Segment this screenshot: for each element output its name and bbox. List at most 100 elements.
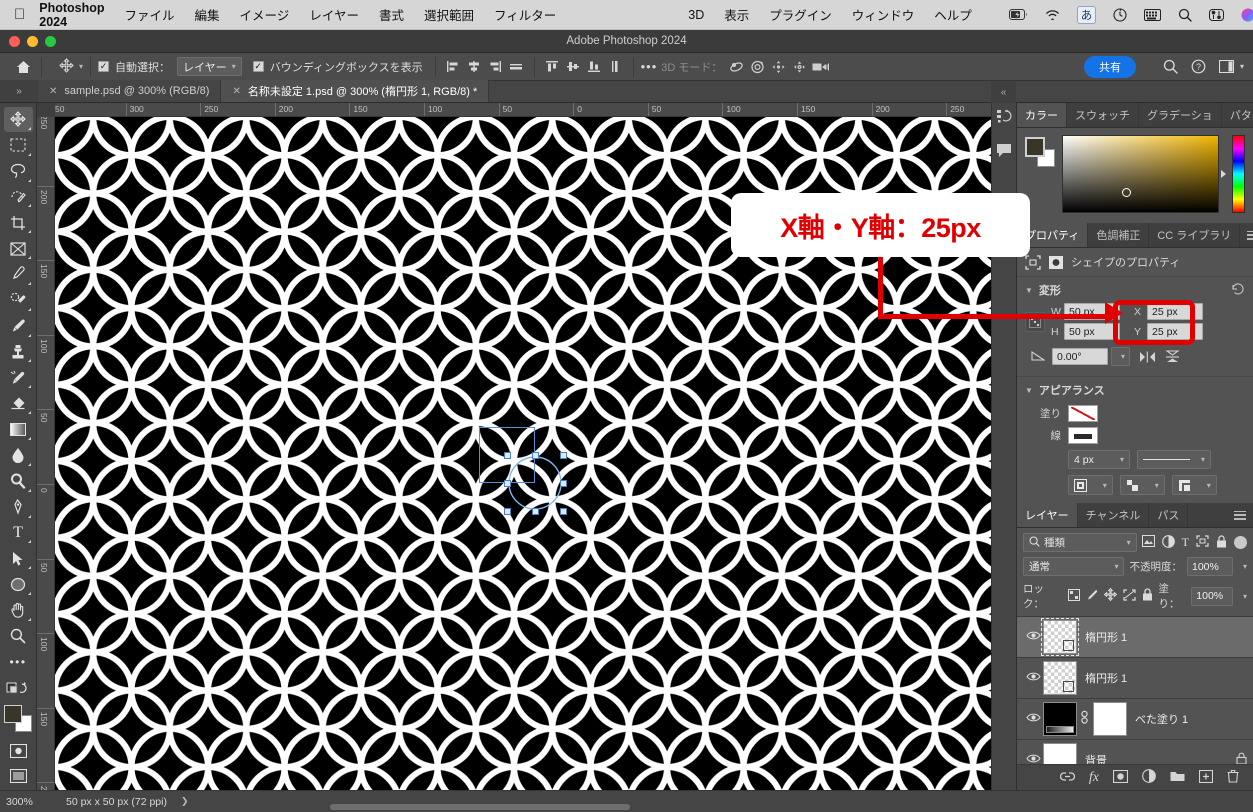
menu-layer[interactable]: レイヤー xyxy=(309,5,359,24)
history-brush-tool[interactable] xyxy=(4,365,33,390)
layer-name[interactable]: べた塗り 1 xyxy=(1135,711,1188,727)
foreground-color-swatch[interactable] xyxy=(1025,137,1045,157)
stroke-swatch[interactable] xyxy=(1068,427,1098,444)
blend-mode-dropdown[interactable]: 通常 ▾ xyxy=(1023,557,1125,576)
color-panel-swatches[interactable] xyxy=(1025,137,1057,167)
pan-3d-icon[interactable] xyxy=(768,57,789,77)
menu-3d[interactable]: 3D xyxy=(688,8,704,22)
fill-input[interactable]: 100% xyxy=(1191,586,1233,606)
menu-filter[interactable]: フィルター xyxy=(494,5,556,24)
reset-transform-icon[interactable] xyxy=(1231,282,1245,298)
filter-smart-object-icon[interactable] xyxy=(1216,534,1227,551)
foreground-color-swatch[interactable] xyxy=(4,705,22,724)
height-input[interactable]: 50 px xyxy=(1064,323,1120,340)
delete-layer-trash-icon[interactable] xyxy=(1227,769,1239,786)
document-tab-sample[interactable]: ✕ sample.psd @ 300% (RGB/8) xyxy=(38,80,222,102)
handle-top-left[interactable] xyxy=(504,452,511,459)
layer-filter-type-dropdown[interactable]: 種類 ▾ xyxy=(1023,533,1137,552)
stroke-corner-dropdown[interactable]: ▾ xyxy=(1172,475,1217,495)
tab-gradients[interactable]: グラデーショ xyxy=(1139,103,1222,127)
layer-row-background[interactable]: 背景 xyxy=(1017,740,1253,764)
align-right-icon[interactable] xyxy=(485,57,506,77)
layer-row-solid-fill[interactable]: べた塗り 1 xyxy=(1017,699,1253,740)
handle-middle-left[interactable] xyxy=(504,480,511,487)
align-middle-icon[interactable] xyxy=(563,57,584,77)
fill-chevron-down-icon[interactable]: ▾ xyxy=(1243,592,1247,601)
eraser-tool[interactable] xyxy=(4,391,33,416)
lock-position-icon[interactable] xyxy=(1103,587,1117,604)
tab-cc-libraries[interactable]: CC ライブラリ xyxy=(1149,223,1241,247)
layer-row-ellipse-1-top[interactable]: 楕円形 1 xyxy=(1017,617,1253,658)
gradient-tool[interactable] xyxy=(4,417,33,442)
apple-logo-icon[interactable]:  xyxy=(14,7,25,22)
stroke-cap-dropdown[interactable]: ▾ xyxy=(1120,475,1165,495)
layer-thumbnail[interactable] xyxy=(1043,702,1077,736)
timemachine-icon[interactable] xyxy=(1113,7,1127,22)
tab-paths[interactable]: パス xyxy=(1149,503,1189,527)
layer-row-ellipse-1-second[interactable]: 楕円形 1 xyxy=(1017,658,1253,699)
fill-swatch-none[interactable] xyxy=(1068,405,1098,422)
orbit-3d-icon[interactable] xyxy=(726,57,747,77)
dodge-tool[interactable] xyxy=(4,469,33,494)
rectangular-marquee-tool[interactable] xyxy=(4,133,33,158)
new-group-icon[interactable] xyxy=(1170,770,1185,785)
auto-select-checkbox[interactable]: ✓ xyxy=(98,61,110,72)
workspace-icon[interactable] xyxy=(1218,60,1234,73)
tab-adjustments[interactable]: 色調補正 xyxy=(1088,223,1150,247)
menu-select[interactable]: 選択範囲 xyxy=(424,5,474,24)
menu-image[interactable]: イメージ xyxy=(240,5,290,24)
home-icon[interactable] xyxy=(12,56,34,78)
chevron-down-icon[interactable]: ▾ xyxy=(79,62,83,71)
wifi-icon[interactable] xyxy=(1045,9,1060,20)
menu-view[interactable]: 表示 xyxy=(724,5,749,24)
appearance-section-header[interactable]: ▼ アピアランス xyxy=(1017,376,1253,403)
show-bbox-checkbox[interactable]: ✓ xyxy=(252,61,264,72)
edit-toolbar-button[interactable] xyxy=(4,676,33,701)
link-layers-icon[interactable] xyxy=(1059,771,1076,785)
color-swatches[interactable] xyxy=(3,705,33,733)
horizontal-ruler[interactable]: 5030025020015010050050100150200250300350 xyxy=(55,103,1016,117)
ellipse-shape-tool[interactable] xyxy=(4,572,33,597)
pen-tool[interactable] xyxy=(4,495,33,520)
mask-link-icon[interactable] xyxy=(1080,710,1089,728)
battery-icon[interactable] xyxy=(1008,9,1028,20)
layer-visibility-icon[interactable] xyxy=(1023,671,1043,685)
clone-stamp-tool[interactable] xyxy=(4,340,33,365)
align-center-horizontal-icon[interactable] xyxy=(464,57,485,77)
quick-mask-button[interactable] xyxy=(4,738,33,763)
layer-thumbnail[interactable] xyxy=(1043,743,1077,764)
angle-dropdown[interactable]: ▾ xyxy=(1111,347,1130,366)
share-button[interactable]: 共有 xyxy=(1083,55,1136,78)
lasso-tool[interactable] xyxy=(4,159,33,184)
align-left-icon[interactable] xyxy=(443,57,464,77)
filter-pixel-icon[interactable] xyxy=(1141,535,1155,550)
layer-visibility-icon[interactable] xyxy=(1023,712,1043,726)
roll-3d-icon[interactable] xyxy=(747,57,768,77)
keyboard-icon[interactable] xyxy=(1144,8,1162,21)
frame-tool[interactable] xyxy=(4,236,33,261)
spot-healing-brush-tool[interactable] xyxy=(4,288,33,313)
handle-bottom-right[interactable] xyxy=(560,508,567,515)
handle-top-right[interactable] xyxy=(560,452,567,459)
menu-type[interactable]: 書式 xyxy=(379,5,404,24)
macos-app-name[interactable]: Photoshop 2024 xyxy=(39,1,104,29)
stroke-align-dropdown[interactable]: ▾ xyxy=(1068,475,1113,495)
status-expand-icon[interactable]: ❯ xyxy=(181,796,189,807)
color-field-picker[interactable] xyxy=(1062,135,1219,213)
chevron-down-icon[interactable]: ▾ xyxy=(1240,62,1244,71)
distribute-horizontal-icon[interactable] xyxy=(506,57,527,77)
vertical-ruler[interactable]: 25020015010050050100150200250 xyxy=(37,117,55,790)
type-tool[interactable]: T xyxy=(4,521,33,546)
tab-channels[interactable]: チャンネル xyxy=(1078,503,1150,527)
layer-name[interactable]: 楕円形 1 xyxy=(1085,629,1127,645)
angle-input[interactable]: 0.00° xyxy=(1052,348,1108,365)
tab-swatches[interactable]: スウォッチ xyxy=(1067,103,1139,127)
more-align-options-icon[interactable]: ••• xyxy=(641,59,658,74)
crop-tool[interactable] xyxy=(4,210,33,235)
filter-toggle-switch[interactable] xyxy=(1234,536,1247,549)
help-icon[interactable]: ? xyxy=(1191,59,1206,74)
zoom-level[interactable]: 300% xyxy=(0,796,56,808)
stroke-style-dropdown[interactable]: ▾ xyxy=(1137,450,1211,469)
new-layer-icon[interactable] xyxy=(1198,769,1214,786)
controlcenter-icon[interactable] xyxy=(1209,8,1225,21)
